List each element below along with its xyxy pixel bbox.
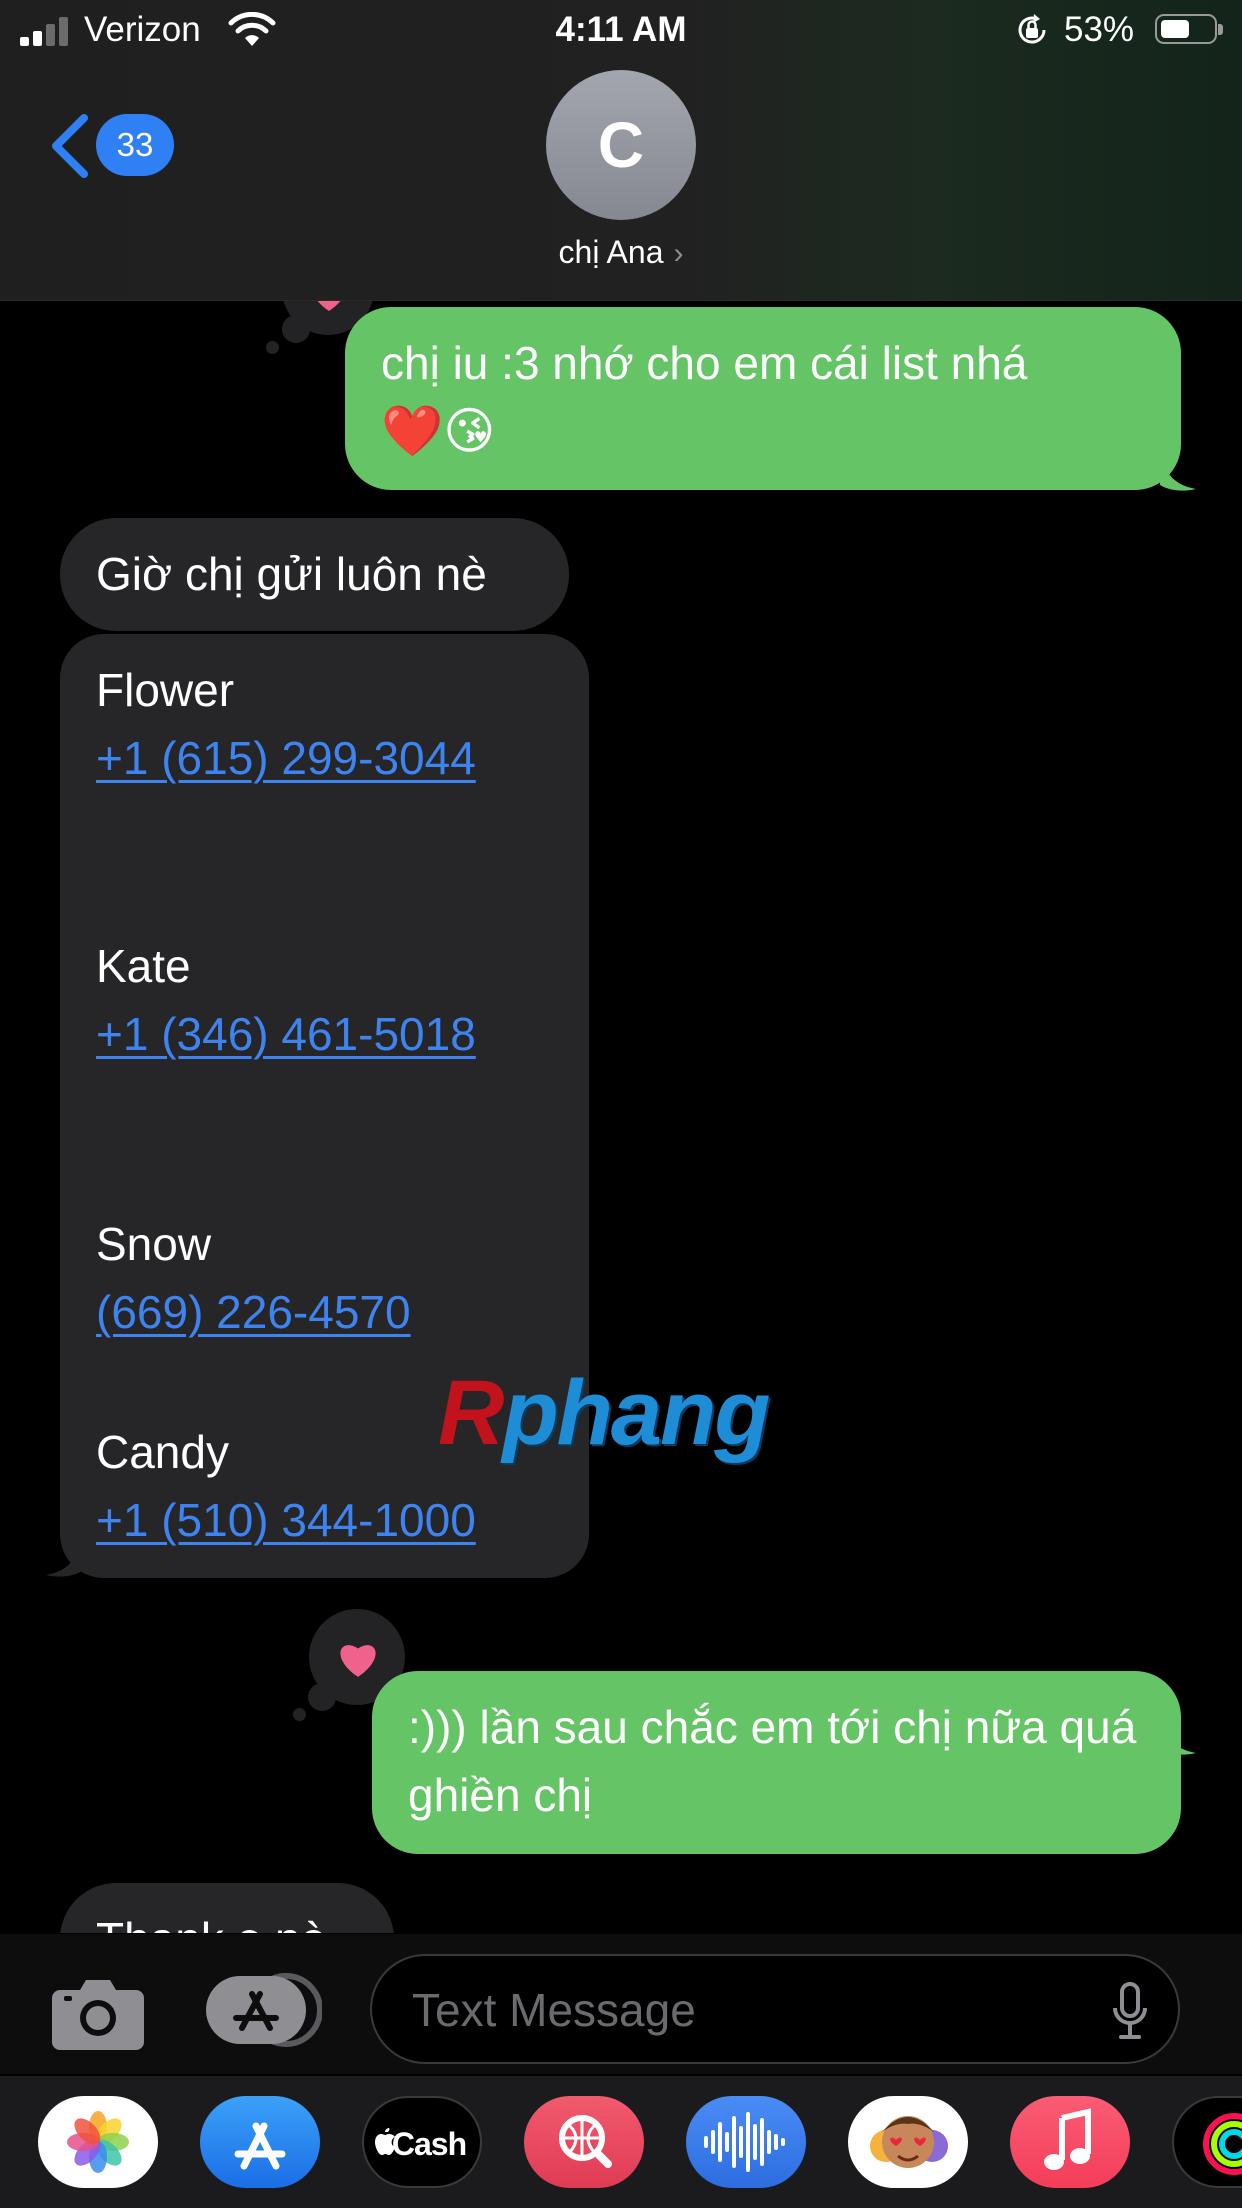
photos-icon[interactable] [38,2096,158,2188]
contact-entry: Snow (669) 226-4570 [96,1210,553,1346]
message-text: :))) lần sau chắc em tới chị nữa quá ghi… [408,1701,1137,1821]
app-store-icon[interactable] [200,2096,320,2188]
phone-number-link[interactable]: +1 (615) 299-3044 [96,724,553,792]
contact-entry: Candy +1 (510) 344-1000 [96,1418,553,1554]
status-time: 4:11 AM [555,10,687,49]
contact-label: Candy [96,1426,229,1478]
tapback-tail [293,1708,306,1721]
heart-icon [340,1645,376,1677]
activity-icon[interactable] [1172,2096,1242,2188]
contact-name: chị Ana [558,234,664,270]
microphone-icon[interactable] [1112,1982,1148,2040]
heart-icon [317,301,341,311]
unread-count-badge[interactable]: 33 [96,114,174,176]
apple-logo-icon [375,2128,395,2155]
memoji-icon[interactable] [848,2096,968,2188]
web-search-icon[interactable] [524,2096,644,2188]
message-text: chị iu :3 nhớ cho em cái list nhá [381,337,1028,389]
orientation-lock-icon [1018,14,1046,44]
message-bubble-received[interactable]: Thank e nè [60,1883,394,1933]
contact-label: Flower [96,664,235,716]
imessage-app-drawer: Cash [0,2076,1242,2208]
contact-entry: Flower +1 (615) 299-3044 [96,656,553,792]
music-icon[interactable] [1010,2096,1130,2188]
tapback-tail [282,315,310,343]
contact-label: Kate [96,940,191,992]
message-text: Giờ chị gửi luôn nè [96,548,487,600]
battery-percentage: 53% [1064,10,1135,49]
contact-name-button[interactable]: chị Ana › [0,234,1242,271]
audio-message-icon[interactable] [686,2096,806,2188]
chevron-right-icon: › [673,237,684,270]
message-bubble-sent[interactable]: :))) lần sau chắc em tới chị nữa quá ghi… [372,1671,1181,1854]
tapback-tail [266,341,279,354]
phone-number-link[interactable]: +1 (510) 344-1000 [96,1486,553,1554]
battery-icon [1155,14,1223,44]
contact-entry: Kate +1 (346) 461-5018 [96,932,553,1068]
conversation-header: Verizon 4:11 AM 53% 33 C chị Ana › [0,0,1242,301]
phone-number-link[interactable]: +1 (346) 461-5018 [96,1000,553,1068]
phone-number-link[interactable]: (669) 226-4570 [96,1278,553,1346]
tapback-tail [308,1683,336,1711]
contact-avatar[interactable]: C [546,70,696,220]
message-emoji: ❤️😘 [381,403,496,459]
message-list[interactable]: chị iu :3 nhớ cho em cái list nhá ❤️😘 Gi… [0,301,1242,1933]
contact-label: Snow [96,1218,212,1270]
contact-list-bubble[interactable]: Flower +1 (615) 299-3044 Kate +1 (346) 4… [60,634,589,1578]
back-chevron-icon[interactable] [48,112,92,180]
message-text: Thank e nè [96,1913,326,1933]
message-input-field[interactable] [370,1954,1180,2064]
status-bar: Verizon 4:11 AM 53% [0,0,1242,62]
camera-icon[interactable] [52,1974,144,2050]
message-bubble-sent[interactable]: chị iu :3 nhớ cho em cái list nhá ❤️😘 [345,307,1181,490]
message-bubble-received[interactable]: Giờ chị gửi luôn nè [60,518,569,631]
message-input[interactable] [410,1956,1074,2064]
apple-cash-icon[interactable]: Cash [362,2096,482,2188]
app-store-apps-icon[interactable] [206,1972,322,2048]
compose-bar [0,1934,1242,2074]
